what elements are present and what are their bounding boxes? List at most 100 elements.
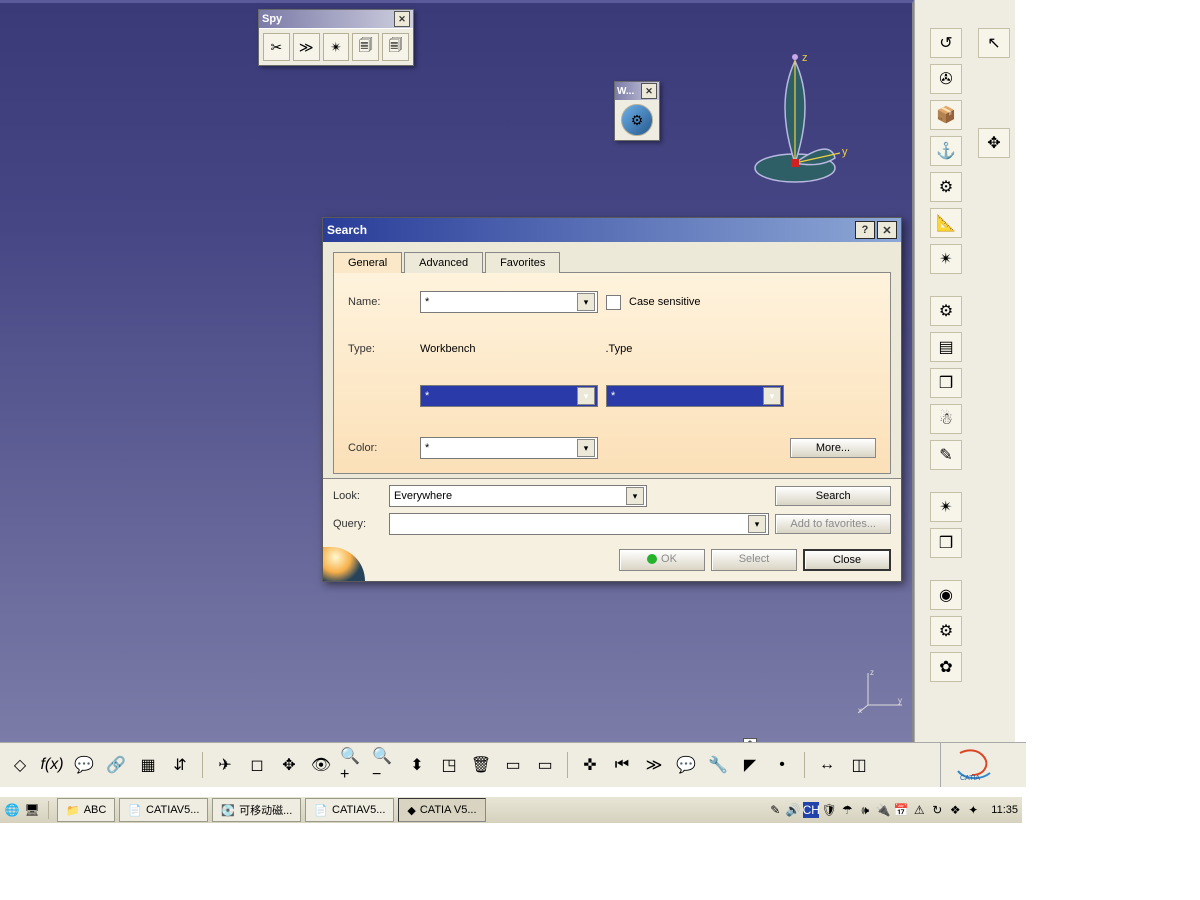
normal-view-icon[interactable]: ⬍	[403, 751, 431, 779]
workbench-mini-toolbar[interactable]: W... ✕ ⚙	[614, 81, 660, 141]
chevron-down-icon[interactable]: ▾	[748, 515, 766, 533]
select-cursor-icon[interactable]: ✴	[930, 244, 962, 274]
viewport-3d[interactable]: Spy ✕ ✂ ≫ ✴ 🗐 🗐 W... ✕ ⚙ z	[0, 0, 914, 743]
rewind-icon[interactable]: ⏮	[608, 751, 636, 779]
zoom-out-icon[interactable]: 🔍−	[371, 751, 399, 779]
more-button[interactable]: More...	[790, 438, 876, 458]
tray-pencil-icon[interactable]: ✎	[767, 802, 783, 818]
axis-gizmo[interactable]: z y	[740, 43, 860, 193]
swap-icon[interactable]: ▭	[531, 751, 559, 779]
zoom-in-icon[interactable]: 🔍+	[339, 751, 367, 779]
dot-icon[interactable]: •	[768, 751, 796, 779]
target-icon[interactable]: ✜	[576, 751, 604, 779]
select-button[interactable]: Select	[711, 549, 797, 571]
look-combo[interactable]: Everywhere ▾	[389, 485, 647, 507]
close-icon[interactable]: ✕	[877, 221, 897, 239]
chevron-down-icon[interactable]: ▾	[763, 387, 781, 405]
formula-icon[interactable]: f(x)	[38, 751, 66, 779]
type-combo[interactable]: * ▾	[606, 385, 784, 407]
tray-av-icon[interactable]: ⚠	[911, 802, 927, 818]
spy-tool-4-icon[interactable]: 🗐	[352, 33, 379, 61]
tray-ime-icon[interactable]: CH	[803, 802, 819, 818]
tray-misc2-icon[interactable]: ❖	[947, 802, 963, 818]
iso-view-icon[interactable]: ◳	[435, 751, 463, 779]
chevron-down-icon[interactable]: ▾	[577, 439, 595, 457]
tools-icon[interactable]: 🔧	[704, 751, 732, 779]
home-icon[interactable]: ✿	[930, 652, 962, 682]
spy-tool-1-icon[interactable]: ✂	[263, 33, 290, 61]
taskbar-doc2[interactable]: 📄 CATIAV5...	[305, 798, 394, 822]
flag-icon[interactable]: ◤	[736, 751, 764, 779]
search-button[interactable]: Search	[775, 486, 891, 506]
fast-fwd-icon[interactable]: ≫	[640, 751, 668, 779]
chevron-down-icon[interactable]: ▾	[577, 387, 595, 405]
cube-icon[interactable]: ❒	[930, 368, 962, 398]
color-combo[interactable]: * ▾	[420, 437, 598, 459]
ie-icon[interactable]: 🌐	[4, 802, 20, 818]
fly-icon[interactable]: ✈	[211, 751, 239, 779]
tray-misc3-icon[interactable]: ✦	[965, 802, 981, 818]
spy-tool-3-icon[interactable]: ✴	[323, 33, 350, 61]
spy-toolbar[interactable]: Spy ✕ ✂ ≫ ✴ 🗐 🗐	[258, 9, 414, 66]
arrow-cursor-icon[interactable]: ↖	[978, 28, 1010, 58]
tray-misc1-icon[interactable]: ↻	[929, 802, 945, 818]
gear-blue-icon[interactable]: ⚙	[930, 296, 962, 326]
close-icon[interactable]: ✕	[394, 11, 410, 27]
section-icon[interactable]: ◫	[845, 751, 873, 779]
close-button[interactable]: Close	[803, 549, 891, 571]
desktop-icon[interactable]: 🖥	[24, 802, 40, 818]
case-sensitive-checkbox[interactable]	[606, 295, 621, 310]
analysis-icon[interactable]: ✎	[930, 440, 962, 470]
chat-icon[interactable]: 💬	[70, 751, 98, 779]
link-icon[interactable]: 🔗	[102, 751, 130, 779]
selection-cursor-icon[interactable]: ✥	[978, 128, 1010, 158]
taskbar-folder-abc[interactable]: 📁 ABC	[57, 798, 115, 822]
chevron-down-icon[interactable]: ▾	[577, 293, 595, 311]
rotate-icon[interactable]: 👁	[307, 751, 335, 779]
product-icon[interactable]: 📦	[930, 100, 962, 130]
film-strip-icon[interactable]: ▤	[930, 332, 962, 362]
taskbar-removable-disk[interactable]: 💽 可移动磁...	[212, 798, 301, 822]
tray-net-icon[interactable]: 🕪	[857, 802, 873, 818]
tray-shield-icon[interactable]: 🛡	[821, 802, 837, 818]
tree-icon[interactable]: ⇵	[166, 751, 194, 779]
tab-favorites[interactable]: Favorites	[485, 252, 560, 273]
ok-button[interactable]: OK	[619, 549, 705, 571]
update-icon[interactable]: ↺	[930, 28, 962, 58]
hide-show-icon[interactable]: ▭	[499, 751, 527, 779]
dimension-icon[interactable]: ↔	[813, 751, 841, 779]
compass-icon[interactable]: ◇	[6, 751, 34, 779]
anchor-icon[interactable]: ⚓	[930, 136, 962, 166]
measure-icon[interactable]: 📐	[930, 208, 962, 238]
query-combo[interactable]: ▾	[389, 513, 769, 535]
star-gear-icon[interactable]: ✴	[930, 492, 962, 522]
taskbar-catia[interactable]: ◆ CATIA V5...	[398, 798, 485, 822]
add-favorites-button[interactable]: Add to favorites...	[775, 514, 891, 534]
spy-titlebar[interactable]: Spy ✕	[259, 10, 413, 28]
search-titlebar[interactable]: Search ? ✕	[323, 218, 901, 242]
tab-advanced[interactable]: Advanced	[404, 252, 483, 273]
fit-all-icon[interactable]: ◻	[243, 751, 271, 779]
tray-plug-icon[interactable]: 🔌	[875, 802, 891, 818]
axis-system-icon[interactable]: ✇	[930, 64, 962, 94]
tray-volume-icon[interactable]: 🔊	[785, 802, 801, 818]
mini-titlebar[interactable]: W... ✕	[615, 82, 659, 100]
chevron-down-icon[interactable]: ▾	[626, 487, 644, 505]
name-combo[interactable]: * ▾	[420, 291, 598, 313]
spy-tool-2-icon[interactable]: ≫	[293, 33, 320, 61]
help-icon[interactable]: ?	[855, 221, 875, 239]
settings-icon[interactable]: ⚙	[930, 616, 962, 646]
workbench-combo[interactable]: * ▾	[420, 385, 598, 407]
tray-umbrella-icon[interactable]: ☂	[839, 802, 855, 818]
tab-general[interactable]: General	[333, 252, 402, 273]
grid-icon[interactable]: ▦	[134, 751, 162, 779]
green-cube-icon[interactable]: ❒	[930, 528, 962, 558]
spy-tool-5-icon[interactable]: 🗐	[382, 33, 409, 61]
comment-icon[interactable]: 💬	[672, 751, 700, 779]
render-style-icon[interactable]: 🗑	[467, 751, 495, 779]
pan-icon[interactable]: ✥	[275, 751, 303, 779]
workbench-icon[interactable]: ⚙	[621, 104, 653, 136]
close-icon[interactable]: ✕	[641, 83, 657, 99]
figure-icon[interactable]: ☃	[930, 404, 962, 434]
swirl-icon[interactable]: ◉	[930, 580, 962, 610]
